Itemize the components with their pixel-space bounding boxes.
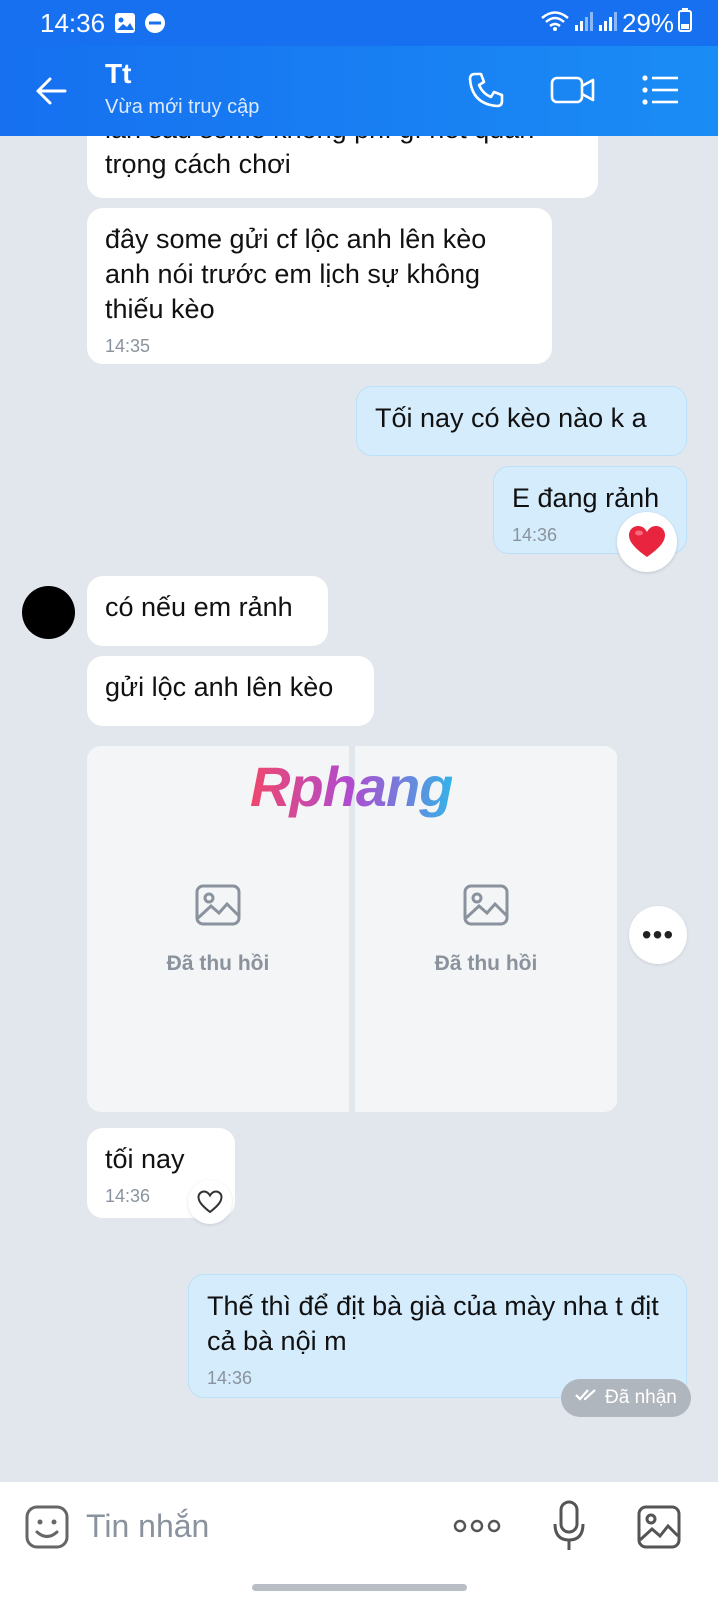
message-text: lần sau some không phí gì hết quan trọng… <box>105 136 534 179</box>
status-right-group: 29% <box>540 8 692 39</box>
incoming-message[interactable]: đây some gửi cf lộc anh lên kèo anh nói … <box>87 208 552 364</box>
status-bar: 14:36 29% <box>0 0 718 46</box>
message-text: tối nay <box>105 1144 185 1174</box>
message-text: E đang rảnh <box>512 483 660 513</box>
phone-call-icon[interactable] <box>466 70 506 115</box>
microphone-icon[interactable] <box>552 1500 586 1557</box>
chat-area[interactable]: lần sau some không phí gì hết quan trọng… <box>0 136 718 1482</box>
message-text: Tối nay có kèo nào k a <box>375 403 647 433</box>
contact-status: Vừa mới truy cập <box>105 96 260 118</box>
back-arrow-icon[interactable] <box>34 74 68 113</box>
message-text: Thế thì để địt bà già của mày nha t địt … <box>207 1291 659 1356</box>
image-placeholder-icon <box>195 884 241 931</box>
battery-icon <box>678 8 692 39</box>
double-check-icon <box>575 1387 599 1409</box>
recalled-label: Đã thu hồi <box>434 952 538 975</box>
video-call-icon[interactable] <box>550 70 596 115</box>
outgoing-message[interactable]: Tối nay có kèo nào k a <box>356 386 687 456</box>
sticker-emoji-icon[interactable] <box>24 1504 70 1555</box>
signal-icon-1 <box>574 8 594 39</box>
recalled-label: Đã thu hồi <box>166 952 270 975</box>
delivery-status-badge: Đã nhận <box>561 1379 691 1417</box>
contact-name[interactable]: Tt <box>105 58 131 90</box>
options-list-icon[interactable] <box>640 70 680 115</box>
more-options-button[interactable]: ••• <box>629 906 687 964</box>
heart-reaction-icon[interactable] <box>617 512 677 572</box>
more-tools-icon[interactable] <box>452 1516 502 1541</box>
message-text: đây some gửi cf lộc anh lên kèo anh nói … <box>105 224 487 324</box>
delivery-status-text: Đã nhận <box>605 1387 677 1408</box>
message-input[interactable]: Tin nhắn <box>86 1508 209 1545</box>
wifi-icon <box>540 8 570 39</box>
message-text: có nếu em rảnh <box>105 592 293 622</box>
incoming-message[interactable]: gửi lộc anh lên kèo <box>87 656 374 726</box>
photo-gallery-icon[interactable] <box>636 1504 682 1555</box>
gallery-notification-icon <box>114 12 136 39</box>
contact-avatar[interactable] <box>22 586 75 639</box>
status-time: 14:36 <box>40 8 106 38</box>
do-not-disturb-icon <box>144 12 166 39</box>
signal-icon-2 <box>598 8 618 39</box>
watermark-logo: Rphang <box>250 755 453 818</box>
incoming-message[interactable]: có nếu em rảnh <box>87 576 328 646</box>
battery-percent: 29% <box>621 8 674 38</box>
image-placeholder-icon <box>463 884 509 931</box>
add-reaction-heart-icon[interactable] <box>188 1180 232 1224</box>
home-indicator[interactable] <box>252 1584 467 1591</box>
message-composer: Tin nhắn <box>0 1482 718 1600</box>
message-text: gửi lộc anh lên kèo <box>105 672 334 702</box>
chat-header: Tt Vừa mới truy cập <box>0 46 718 136</box>
message-time: 14:35 <box>105 336 151 356</box>
incoming-message[interactable]: lần sau some không phí gì hết quan trọng… <box>87 136 598 198</box>
